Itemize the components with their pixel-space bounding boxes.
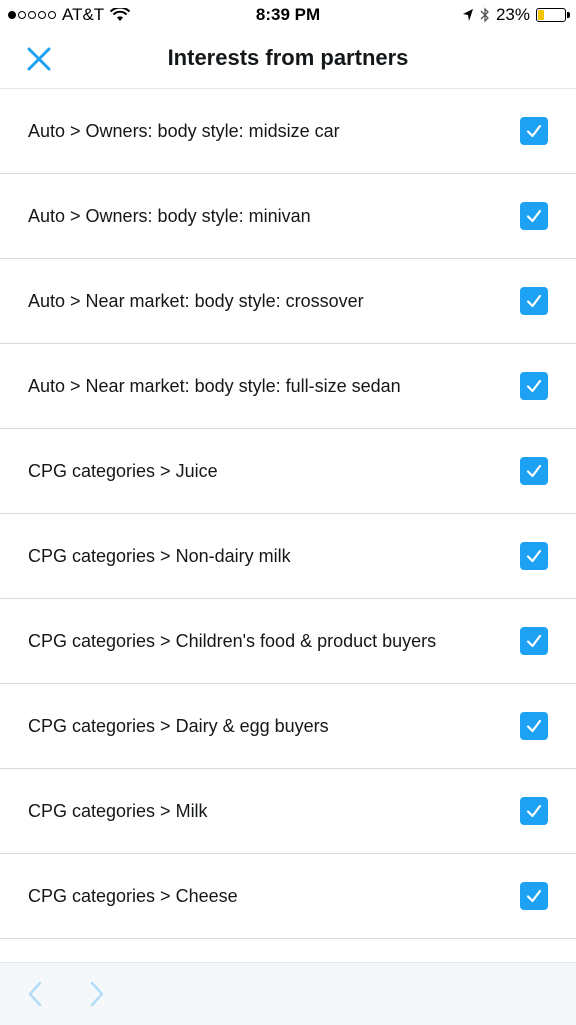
list-item[interactable]: CPG categories > Juice (0, 429, 576, 514)
battery-icon (536, 8, 570, 22)
list-item-label: Auto > Owners: body style: minivan (28, 205, 311, 226)
list-item-label: CPG categories > Dairy & egg buyers (28, 715, 329, 736)
location-arrow-icon (462, 9, 473, 21)
interest-checkbox[interactable] (520, 117, 548, 145)
checkmark-icon (526, 294, 542, 308)
checkmark-icon (526, 634, 542, 648)
page-title: Interests from partners (167, 45, 409, 70)
bottom-toolbar (0, 962, 576, 1025)
list-item[interactable]: Auto > Owners: body style: minivan (0, 174, 576, 259)
back-button[interactable] (20, 979, 50, 1009)
interest-checkbox[interactable] (520, 882, 548, 910)
list-item-label: CPG categories > Juice (28, 460, 218, 481)
bluetooth-icon (480, 7, 489, 23)
interest-checkbox[interactable] (520, 712, 548, 740)
list-item-label: Auto > Near market: body style: full-siz… (28, 375, 401, 396)
interest-checkbox[interactable] (520, 542, 548, 570)
chevron-left-icon (28, 981, 42, 1007)
list-item-label: Auto > Near market: body style: crossove… (28, 290, 364, 311)
interests-list[interactable]: Auto > Owners: body style: midsize car Au… (0, 89, 576, 963)
list-item[interactable]: CPG categories > Dairy & egg buyers (0, 684, 576, 769)
list-item[interactable]: CPG categories > Cheese (0, 854, 576, 939)
checkmark-icon (526, 464, 542, 478)
checkmark-icon (526, 379, 542, 393)
battery-percent: 23% (495, 5, 530, 24)
list-item-label: CPG categories > Milk (28, 800, 208, 821)
interest-checkbox[interactable] (520, 287, 548, 315)
list-item-label: CPG categories > Cheese (28, 885, 238, 906)
battery-level (538, 10, 545, 20)
list-item[interactable] (0, 939, 576, 963)
list-item[interactable]: CPG categories > Children's food & produ… (0, 599, 576, 684)
list-item-label: Auto > Owners: body style: midsize car (28, 120, 340, 141)
list-item[interactable]: Auto > Near market: body style: crossove… (0, 259, 576, 344)
list-item[interactable]: Auto > Near market: body style: full-siz… (0, 344, 576, 429)
list-item[interactable]: Auto > Owners: body style: midsize car (0, 89, 576, 174)
forward-button[interactable] (82, 979, 112, 1009)
header: Interests from partners (0, 30, 576, 89)
list-item[interactable]: CPG categories > Non-dairy milk (0, 514, 576, 599)
checkmark-icon (526, 719, 542, 733)
status-bar: AT&T 8:39 PM 23% (0, 0, 576, 30)
checkmark-icon (526, 804, 542, 818)
list-item-label: CPG categories > Non-dairy milk (28, 545, 291, 566)
interest-checkbox[interactable] (520, 372, 548, 400)
checkmark-icon (526, 209, 542, 223)
interest-checkbox[interactable] (520, 627, 548, 655)
status-right: 23% (462, 5, 570, 25)
list-item[interactable]: CPG categories > Milk (0, 769, 576, 854)
chevron-right-icon (90, 981, 104, 1007)
interest-checkbox[interactable] (520, 797, 548, 825)
interest-checkbox[interactable] (520, 457, 548, 485)
interest-checkbox[interactable] (520, 202, 548, 230)
checkmark-icon (526, 549, 542, 563)
checkmark-icon (526, 889, 542, 903)
list-item-label: CPG categories > Children's food & produ… (28, 630, 437, 651)
checkmark-icon (526, 124, 542, 138)
